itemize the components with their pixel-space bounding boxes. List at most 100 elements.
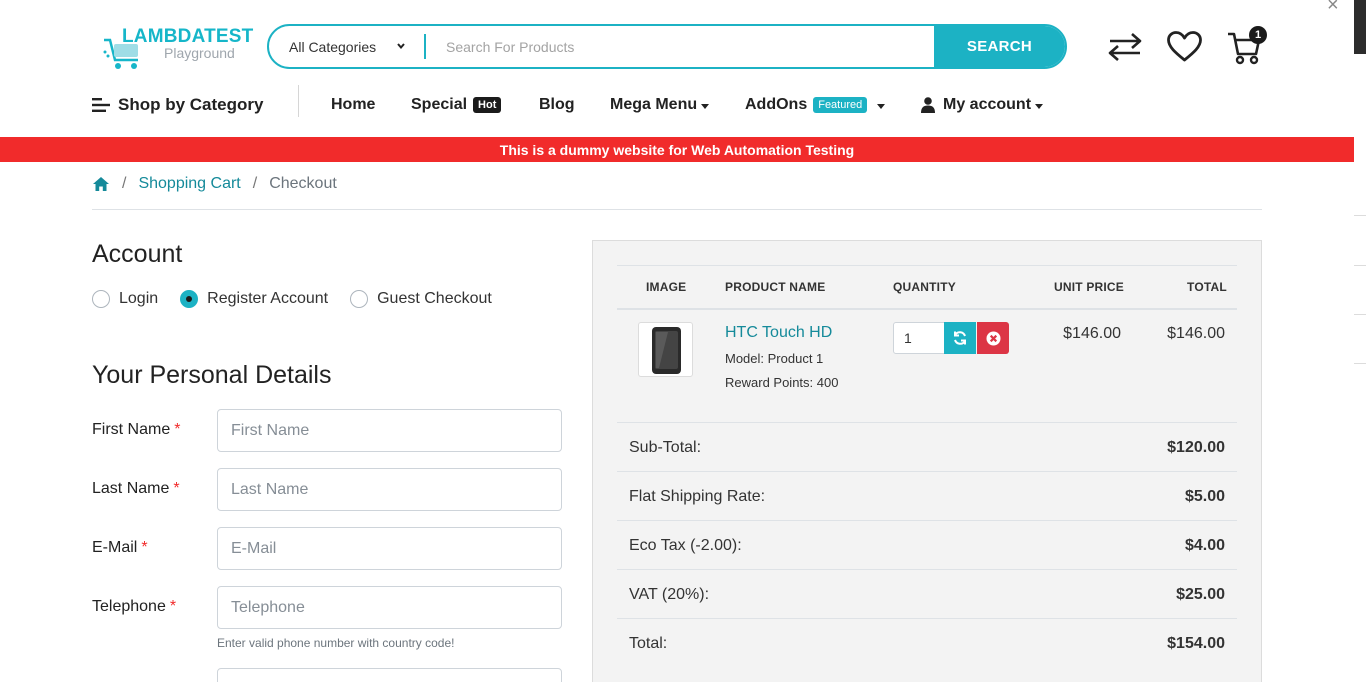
nav-mega-menu[interactable]: Mega Menu [610,93,710,117]
email-label: E-Mail * [92,539,148,556]
side-divider [1354,363,1366,364]
quantity-input[interactable] [893,322,945,354]
hot-badge: Hot [473,97,502,113]
first-name-field[interactable] [217,409,562,452]
chevron-down-icon [397,43,405,50]
col-header-unit-price: UNIT PRICE [1054,280,1125,294]
search-input[interactable] [426,26,934,67]
totals-row: Total: $154.00 [617,618,1237,667]
search-category-label: All Categories [289,38,377,55]
col-header-total: TOTAL [1187,280,1227,294]
demo-banner: This is a dummy website for Web Automati… [0,137,1354,162]
nav-my-account-label: My account [943,96,1032,113]
update-quantity-button[interactable] [944,322,976,354]
totals-label: Total: [629,635,668,652]
side-divider [1354,265,1366,266]
shop-by-category-label: Shop by Category [118,95,264,114]
nav-divider [298,85,299,117]
totals-value: $5.00 [1184,488,1225,505]
shop-by-category-button[interactable]: Shop by Category [92,93,263,117]
next-field[interactable] [217,668,562,682]
totals-label: Sub-Total: [629,439,702,456]
nav-blog[interactable]: Blog [539,93,575,117]
table-top-border [617,265,1237,266]
totals-value: $154.00 [1167,635,1225,652]
radio-circle[interactable] [92,290,110,308]
telephone-field[interactable] [217,586,562,629]
search-category-select[interactable]: All Categories [269,26,424,67]
nav-mega-menu-label: Mega Menu [610,96,698,113]
account-heading: Account [92,240,183,268]
nav-addons-label: AddOns [745,96,808,113]
radio-circle[interactable] [350,290,369,308]
search-button[interactable]: SEARCH [934,26,1065,67]
breadcrumb-separator: / [252,175,258,192]
last-name-field[interactable] [217,468,562,511]
last-name-row: Last Name * [92,468,562,511]
radio-circle-selected[interactable] [180,290,199,308]
refresh-icon [954,331,966,345]
nav-home[interactable]: Home [331,93,375,117]
col-header-product-name: PRODUCT NAME [725,280,826,294]
wishlist-heart-icon[interactable] [1166,30,1203,63]
email-field[interactable] [217,527,562,570]
phone-image [652,327,681,374]
product-reward-points: Reward Points: 400 [725,375,839,390]
product-name-link[interactable]: HTC Touch HD [725,324,832,342]
required-mark: * [169,598,177,615]
caret-down-icon [877,103,886,109]
compare-icon[interactable] [1106,32,1144,62]
caret-down-icon [1035,103,1044,109]
last-name-label: Last Name * [92,480,180,497]
first-name-row: First Name * [92,409,562,452]
totals-value: $25.00 [1176,586,1225,603]
search-bar: All Categories SEARCH [267,24,1067,69]
logo-subtitle: Playground [164,45,235,61]
required-mark: * [173,480,180,497]
site-logo[interactable]: LAMBDATEST Playground [102,26,253,72]
cart-count-badge: 1 [1249,26,1267,44]
breadcrumb-separator: / [122,175,127,192]
remove-item-button[interactable] [977,322,1009,354]
product-model: Model: Product 1 [725,351,824,366]
close-icon[interactable]: × [1327,0,1339,17]
telephone-help-text: Enter valid phone number with country co… [217,636,455,650]
telephone-label: Telephone * [92,598,177,615]
radio-login[interactable]: Login [92,290,158,308]
account-type-radios: Login Register Account Guest Checkout [92,290,514,308]
nav-addons[interactable]: AddOns Featured [745,93,886,117]
line-total: $146.00 [1167,325,1225,342]
totals-row: Flat Shipping Rate: $5.00 [617,471,1237,520]
nav-special-label: Special [411,96,468,113]
totals-value: $4.00 [1184,537,1225,554]
required-mark: * [141,539,148,556]
personal-details-heading: Your Personal Details [92,361,332,389]
radio-label: Login [119,290,159,307]
scrollbar-thumb[interactable] [1354,0,1366,54]
featured-badge: Featured [813,97,868,113]
breadcrumb-current: Checkout [269,175,337,192]
caret-down-icon [701,103,710,109]
radio-guest-checkout[interactable]: Guest Checkout [350,290,492,308]
totals-label: VAT (20%): [629,586,710,603]
remove-circle-icon [986,331,1000,345]
totals-value: $120.00 [1167,439,1225,456]
col-header-image: IMAGE [646,280,687,294]
nav-special[interactable]: Special Hot [411,93,502,117]
radio-register-account[interactable]: Register Account [180,290,328,308]
breadcrumb: / Shopping Cart / Checkout [92,175,337,193]
breadcrumb-shopping-cart[interactable]: Shopping Cart [138,175,240,193]
table-header-border [617,308,1237,310]
telephone-row: Telephone * [92,586,562,629]
side-divider [1354,314,1366,315]
totals-row: Eco Tax (-2.00): $4.00 [617,520,1237,569]
unit-price: $146.00 [1063,325,1121,342]
required-mark: * [174,421,181,438]
home-icon[interactable] [92,176,110,192]
totals-label: Flat Shipping Rate: [629,488,766,505]
nav-my-account[interactable]: My account [921,93,1044,117]
breadcrumb-divider [92,209,1262,210]
radio-label: Register Account [207,290,329,307]
menu-bars-icon [92,98,110,112]
product-thumbnail[interactable] [638,322,693,377]
